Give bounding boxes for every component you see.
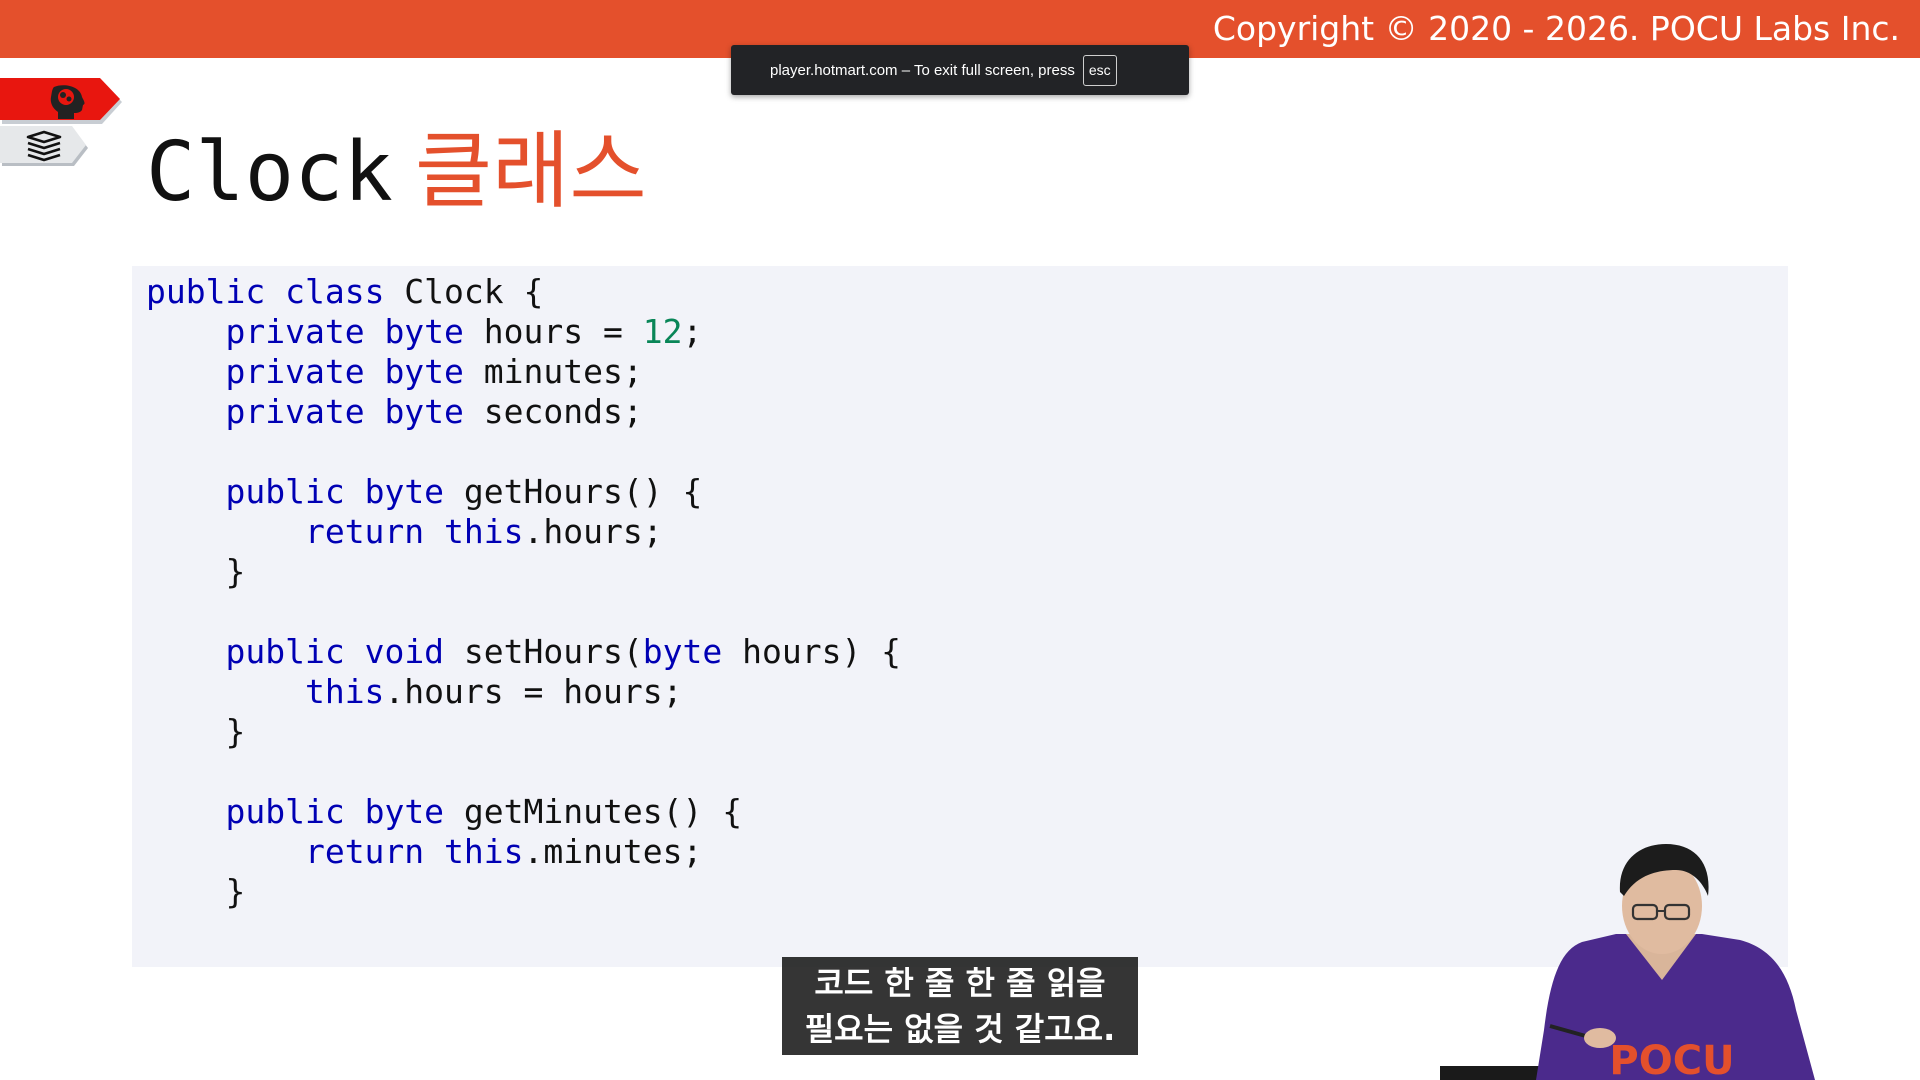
code-line: private byte minutes;	[146, 352, 901, 392]
side-tab-red-shape	[0, 78, 122, 124]
code-token: Clock {	[384, 272, 544, 311]
code-keyword: byte	[364, 472, 445, 511]
slide-title: Clock 클래스	[146, 104, 647, 220]
code-line: public void setHours(byte hours) {	[146, 632, 901, 672]
presenter-video: POCU	[1440, 830, 1820, 1080]
code-keyword: public	[225, 632, 345, 671]
code-token: }	[146, 872, 246, 911]
code-line: public byte getMinutes() {	[146, 792, 901, 832]
code-keyword: public	[225, 792, 345, 831]
code-token: }	[146, 712, 246, 751]
side-tab-topic	[0, 78, 122, 128]
code-line: }	[146, 872, 901, 912]
code-keyword: byte	[384, 312, 464, 351]
code-keyword: private	[225, 352, 365, 391]
presenter-shirt-logo: POCU	[1609, 1038, 1734, 1080]
code-text: public class Clock { private byte hours …	[146, 272, 901, 912]
slide-title-english: Clock	[146, 125, 393, 220]
code-keyword: byte	[384, 352, 464, 391]
code-keyword: public	[225, 472, 345, 511]
caption-line-1: 코드 한 줄 한 줄 읽을	[814, 964, 1106, 1002]
code-keyword: this	[444, 832, 524, 871]
side-tab-gray-shape	[0, 126, 88, 166]
presenter-figure: POCU	[1440, 844, 1815, 1080]
code-token: ;	[682, 312, 703, 351]
code-token: seconds;	[463, 392, 643, 431]
code-keyword: private	[225, 392, 365, 431]
code-token: setHours(	[444, 632, 643, 671]
code-token: .hours;	[523, 512, 663, 551]
code-keyword: this	[444, 512, 524, 551]
copyright-text: Copyright © 2020 - 2026. POCU Labs Inc.	[1212, 9, 1900, 48]
code-token: .minutes;	[523, 832, 703, 871]
code-number: 12	[642, 312, 683, 351]
slide-title-korean: 클래스	[414, 122, 647, 220]
side-tab-materials	[0, 126, 90, 172]
code-token: hours =	[463, 312, 643, 351]
code-token: getHours() {	[444, 472, 703, 511]
code-line: return this.minutes;	[146, 832, 901, 872]
code-token: }	[146, 552, 246, 591]
code-keyword: return	[304, 512, 425, 551]
code-line: return this.hours;	[146, 512, 901, 552]
code-token: .hours = hours;	[384, 672, 683, 711]
code-keyword: byte	[384, 392, 464, 431]
code-line: private byte seconds;	[146, 392, 901, 432]
caption-line-2: 필요는 없을 것 같고요.	[804, 1010, 1116, 1048]
code-line: public byte getHours() {	[146, 472, 901, 512]
code-line: }	[146, 712, 901, 752]
code-keyword: private	[225, 312, 365, 351]
video-frame[interactable]: Copyright © 2020 - 2026. POCU Labs Inc. …	[0, 0, 1920, 1080]
fullscreen-exit-notice: player.hotmart.com – To exit full screen…	[731, 45, 1189, 95]
code-token: getMinutes() {	[444, 792, 743, 831]
code-line: public class Clock {	[146, 272, 901, 312]
esc-key-hint: esc	[1082, 54, 1117, 86]
code-keyword: class	[285, 272, 385, 311]
fullscreen-notice-text: player.hotmart.com – To exit full screen…	[770, 61, 1075, 79]
code-keyword: this	[304, 672, 385, 711]
caption-box: 코드 한 줄 한 줄 읽을 필요는 없을 것 같고요.	[782, 957, 1138, 1055]
code-keyword: return	[304, 832, 425, 871]
code-keyword: byte	[642, 632, 723, 671]
code-keyword: void	[364, 632, 445, 671]
code-line: }	[146, 552, 901, 592]
code-keyword: byte	[364, 792, 445, 831]
code-line: private byte hours = 12;	[146, 312, 901, 352]
code-token: hours) {	[722, 632, 902, 671]
code-keyword: public	[146, 272, 266, 311]
code-line: this.hours = hours;	[146, 672, 901, 712]
code-token: minutes;	[463, 352, 643, 391]
